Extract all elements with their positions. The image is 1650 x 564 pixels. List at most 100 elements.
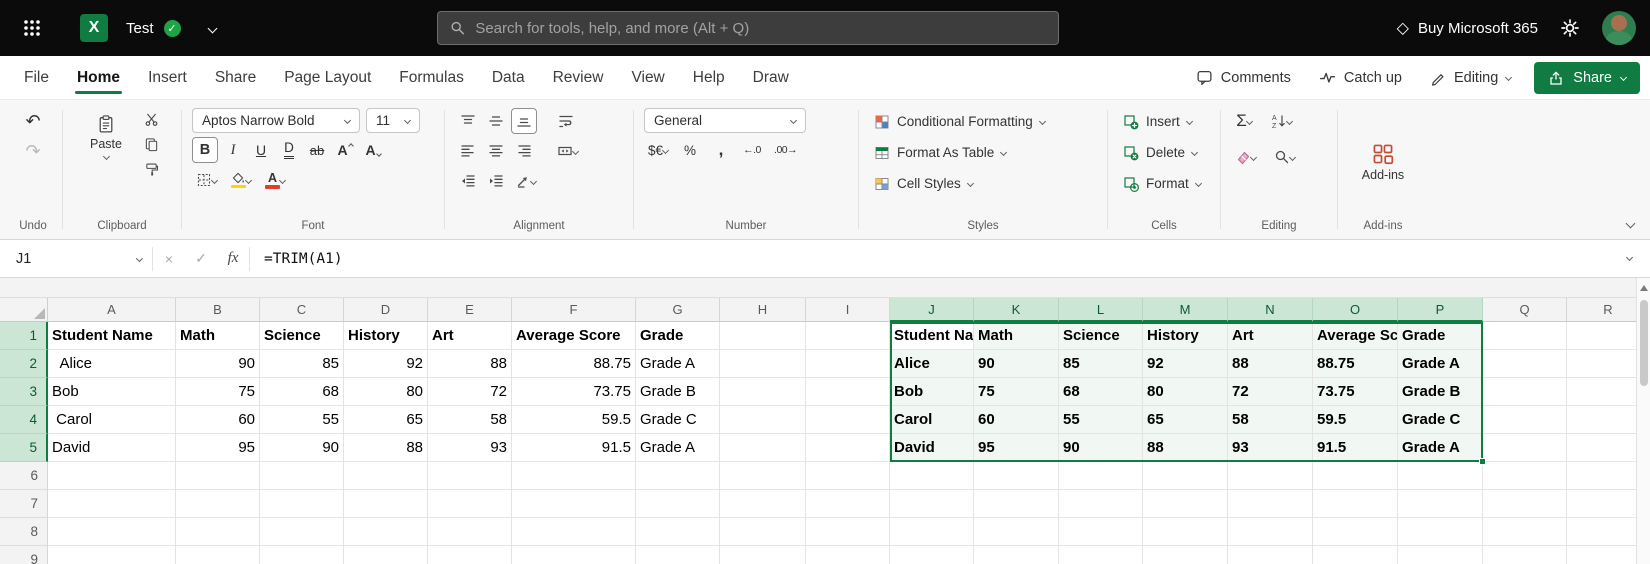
cell-H9[interactable] xyxy=(720,546,806,564)
cell-M8[interactable] xyxy=(1143,518,1228,546)
cell-D8[interactable] xyxy=(344,518,428,546)
cell-M7[interactable] xyxy=(1143,490,1228,518)
cell-O3[interactable]: 73.75 xyxy=(1313,378,1398,406)
cell-N6[interactable] xyxy=(1228,462,1313,490)
cell-E5[interactable]: 93 xyxy=(428,434,512,462)
cell-J6[interactable] xyxy=(890,462,974,490)
redo-button[interactable]: ↷ xyxy=(20,138,46,164)
app-launcher-button[interactable] xyxy=(14,10,50,46)
fill-handle[interactable] xyxy=(1479,458,1486,465)
decrease-decimal-button[interactable]: .00→ xyxy=(770,137,801,163)
cell-G7[interactable] xyxy=(636,490,720,518)
menu-tab-formulas[interactable]: Formulas xyxy=(385,56,478,99)
column-header-E[interactable]: E xyxy=(428,298,512,322)
cell-O1[interactable]: Average Score xyxy=(1313,322,1398,350)
increase-font-size-button[interactable]: A xyxy=(332,137,358,163)
cell-H3[interactable] xyxy=(720,378,806,406)
cell-Q1[interactable] xyxy=(1483,322,1567,350)
cell-G4[interactable]: Grade C xyxy=(636,406,720,434)
cell-G3[interactable]: Grade B xyxy=(636,378,720,406)
vertical-scrollbar[interactable] xyxy=(1636,278,1650,564)
find-select-button[interactable] xyxy=(1270,144,1299,170)
cell-K7[interactable] xyxy=(974,490,1059,518)
cell-G9[interactable] xyxy=(636,546,720,564)
cell-A4[interactable]: Carol xyxy=(48,406,176,434)
font-color-button[interactable]: A xyxy=(261,167,289,193)
cell-K9[interactable] xyxy=(974,546,1059,564)
strikethrough-button[interactable]: ab xyxy=(304,137,330,163)
cell-A5[interactable]: David xyxy=(48,434,176,462)
delete-cells-button[interactable]: Delete xyxy=(1118,139,1210,166)
row-header-5[interactable]: 5 xyxy=(0,434,48,462)
cell-Q9[interactable] xyxy=(1483,546,1567,564)
column-header-F[interactable]: F xyxy=(512,298,636,322)
cell-K1[interactable]: Math xyxy=(974,322,1059,350)
menu-tab-draw[interactable]: Draw xyxy=(739,56,803,99)
cell-E8[interactable] xyxy=(428,518,512,546)
cell-styles-button[interactable]: Cell Styles xyxy=(869,170,1097,197)
cell-J3[interactable]: Bob xyxy=(890,378,974,406)
cell-C6[interactable] xyxy=(260,462,344,490)
settings-button[interactable] xyxy=(1560,18,1580,38)
cell-P4[interactable]: Grade C xyxy=(1398,406,1483,434)
column-header-H[interactable]: H xyxy=(720,298,806,322)
cell-O6[interactable] xyxy=(1313,462,1398,490)
cell-O5[interactable]: 91.5 xyxy=(1313,434,1398,462)
cell-H6[interactable] xyxy=(720,462,806,490)
cell-C8[interactable] xyxy=(260,518,344,546)
cell-D1[interactable]: History xyxy=(344,322,428,350)
orientation-button[interactable] xyxy=(511,168,540,194)
undo-button[interactable]: ↶ xyxy=(20,108,46,134)
format-painter-button[interactable] xyxy=(139,158,165,180)
cell-M9[interactable] xyxy=(1143,546,1228,564)
number-format-dropdown[interactable]: General xyxy=(644,108,806,133)
search-bar[interactable] xyxy=(437,11,1059,45)
cell-E3[interactable]: 72 xyxy=(428,378,512,406)
cell-Q4[interactable] xyxy=(1483,406,1567,434)
clear-button[interactable] xyxy=(1231,144,1260,170)
cell-D2[interactable]: 92 xyxy=(344,350,428,378)
cell-I4[interactable] xyxy=(806,406,890,434)
cell-P8[interactable] xyxy=(1398,518,1483,546)
cell-D5[interactable]: 88 xyxy=(344,434,428,462)
align-middle-button[interactable] xyxy=(483,108,509,134)
cell-F9[interactable] xyxy=(512,546,636,564)
cell-G1[interactable]: Grade xyxy=(636,322,720,350)
column-header-J[interactable]: J xyxy=(890,298,974,322)
cell-N9[interactable] xyxy=(1228,546,1313,564)
increase-decimal-button[interactable]: ←.0 xyxy=(739,137,765,163)
cell-A3[interactable]: Bob xyxy=(48,378,176,406)
menu-tab-data[interactable]: Data xyxy=(478,56,539,99)
column-header-Q[interactable]: Q xyxy=(1483,298,1567,322)
cell-M6[interactable] xyxy=(1143,462,1228,490)
cell-A7[interactable] xyxy=(48,490,176,518)
row-header-7[interactable]: 7 xyxy=(0,490,48,518)
addins-button[interactable]: Add-ins xyxy=(1354,139,1412,186)
select-all-corner[interactable] xyxy=(0,298,48,322)
cell-K3[interactable]: 75 xyxy=(974,378,1059,406)
name-box[interactable] xyxy=(0,240,152,277)
row-header-2[interactable]: 2 xyxy=(0,350,48,378)
cell-Q5[interactable] xyxy=(1483,434,1567,462)
cell-C7[interactable] xyxy=(260,490,344,518)
catch-up-button[interactable]: Catch up xyxy=(1308,62,1413,93)
cell-P2[interactable]: Grade A xyxy=(1398,350,1483,378)
column-header-L[interactable]: L xyxy=(1059,298,1143,322)
cell-M4[interactable]: 65 xyxy=(1143,406,1228,434)
cell-C5[interactable]: 90 xyxy=(260,434,344,462)
name-box-input[interactable] xyxy=(16,251,129,267)
editing-mode-dropdown[interactable]: Editing xyxy=(1419,63,1522,93)
cell-P6[interactable] xyxy=(1398,462,1483,490)
italic-button[interactable]: I xyxy=(220,137,246,163)
column-header-D[interactable]: D xyxy=(344,298,428,322)
cell-L4[interactable]: 55 xyxy=(1059,406,1143,434)
column-header-G[interactable]: G xyxy=(636,298,720,322)
cell-G5[interactable]: Grade A xyxy=(636,434,720,462)
cell-J7[interactable] xyxy=(890,490,974,518)
cell-Q2[interactable] xyxy=(1483,350,1567,378)
cell-L7[interactable] xyxy=(1059,490,1143,518)
menu-tab-page-layout[interactable]: Page Layout xyxy=(270,56,385,99)
cell-N4[interactable]: 58 xyxy=(1228,406,1313,434)
cell-C2[interactable]: 85 xyxy=(260,350,344,378)
decrease-font-size-button[interactable]: A xyxy=(360,137,386,163)
